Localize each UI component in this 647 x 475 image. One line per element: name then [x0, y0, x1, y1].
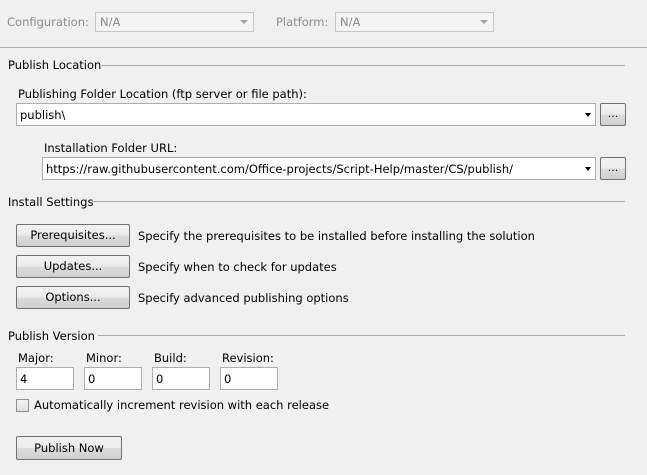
header-separator: [0, 47, 647, 48]
publish-version-divider: [98, 335, 625, 336]
platform-select: N/A: [335, 12, 494, 32]
revision-label: Revision:: [222, 351, 274, 365]
installation-url-combo[interactable]: https://raw.githubusercontent.com/Office…: [42, 157, 596, 180]
publishing-folder-value[interactable]: publish\: [20, 107, 65, 123]
updates-button[interactable]: Updates...: [16, 255, 130, 278]
configuration-value: N/A: [100, 15, 121, 29]
publishing-folder-combo[interactable]: publish\: [16, 103, 596, 126]
build-value[interactable]: 0: [156, 371, 163, 387]
publish-location-group-label: Publish Location: [8, 58, 102, 72]
major-input[interactable]: 4: [16, 367, 74, 390]
build-input[interactable]: 0: [152, 367, 210, 390]
publish-location-divider: [102, 65, 625, 66]
configuration-label: Configuration:: [7, 15, 89, 29]
build-label: Build:: [154, 351, 187, 365]
minor-value[interactable]: 0: [88, 371, 95, 387]
install-settings-divider: [92, 201, 625, 202]
revision-value[interactable]: 0: [224, 371, 231, 387]
publishing-folder-browse-button[interactable]: ...: [600, 103, 626, 126]
chevron-down-icon: [240, 20, 248, 24]
installation-url-value[interactable]: https://raw.githubusercontent.com/Office…: [46, 161, 513, 177]
auto-increment-label[interactable]: Automatically increment revision with ea…: [34, 397, 329, 413]
chevron-down-icon[interactable]: [585, 167, 591, 171]
prerequisites-description: Specify the prerequisites to be installe…: [138, 229, 535, 243]
publish-now-button[interactable]: Publish Now: [16, 436, 122, 460]
configuration-select: N/A: [95, 12, 254, 32]
options-button[interactable]: Options...: [16, 286, 130, 309]
auto-increment-checkbox[interactable]: [16, 399, 29, 412]
installation-url-browse-button[interactable]: ...: [600, 157, 626, 180]
options-description: Specify advanced publishing options: [138, 291, 349, 305]
major-value[interactable]: 4: [20, 371, 27, 387]
minor-input[interactable]: 0: [84, 367, 142, 390]
install-settings-group-label: Install Settings: [8, 195, 94, 209]
chevron-down-icon[interactable]: [585, 113, 591, 117]
updates-description: Specify when to check for updates: [138, 260, 337, 274]
publish-version-group-label: Publish Version: [8, 329, 95, 343]
publishing-folder-label: Publishing Folder Location (ftp server o…: [18, 87, 307, 101]
major-label: Major:: [18, 351, 54, 365]
platform-label: Platform:: [276, 15, 329, 29]
chevron-down-icon: [480, 20, 488, 24]
prerequisites-button[interactable]: Prerequisites...: [16, 224, 130, 247]
platform-value: N/A: [340, 15, 361, 29]
minor-label: Minor:: [86, 351, 122, 365]
installation-url-label: Installation Folder URL:: [44, 141, 178, 155]
revision-input[interactable]: 0: [220, 367, 278, 390]
